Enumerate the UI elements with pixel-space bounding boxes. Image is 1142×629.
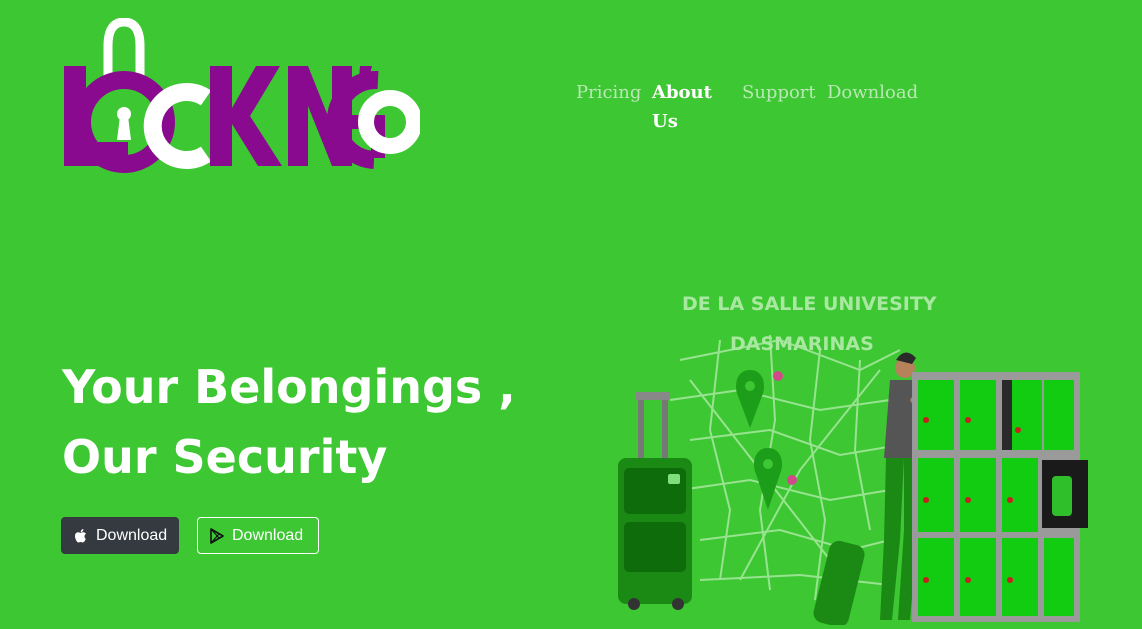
nav-pricing[interactable]: Pricing bbox=[576, 78, 641, 107]
locker-bank-illustration bbox=[912, 372, 1088, 622]
apple-icon bbox=[75, 528, 86, 542]
nav-about-us[interactable]: About Us bbox=[652, 78, 722, 136]
hero-title: Your Belongings , Our Security bbox=[62, 360, 516, 484]
map-marker-icon bbox=[787, 475, 797, 485]
illustration-heading-2: DASMARINAS bbox=[730, 333, 874, 355]
lock-n-go-logo bbox=[64, 17, 422, 173]
brand-logo[interactable] bbox=[60, 17, 422, 173]
hero-illustration: DE LA SALLE UNIVESITY DASMARINAS bbox=[600, 280, 1100, 627]
google-play-icon bbox=[210, 527, 224, 544]
map-pin-icon bbox=[735, 370, 765, 428]
map-marker-icon bbox=[773, 371, 783, 381]
map-pin-icon bbox=[753, 448, 783, 510]
suitcase-icon bbox=[618, 392, 692, 610]
nav-support[interactable]: Support bbox=[742, 78, 816, 107]
apple-download-button[interactable]: Download bbox=[61, 517, 179, 554]
map-streets bbox=[669, 334, 901, 601]
nav-download[interactable]: Download bbox=[827, 78, 918, 107]
apple-download-label: Download bbox=[96, 526, 168, 544]
illustration-heading-1: DE LA SALLE UNIVESITY bbox=[682, 293, 937, 315]
google-play-download-label: Download bbox=[232, 526, 304, 544]
google-play-download-button[interactable]: Download bbox=[197, 517, 319, 554]
